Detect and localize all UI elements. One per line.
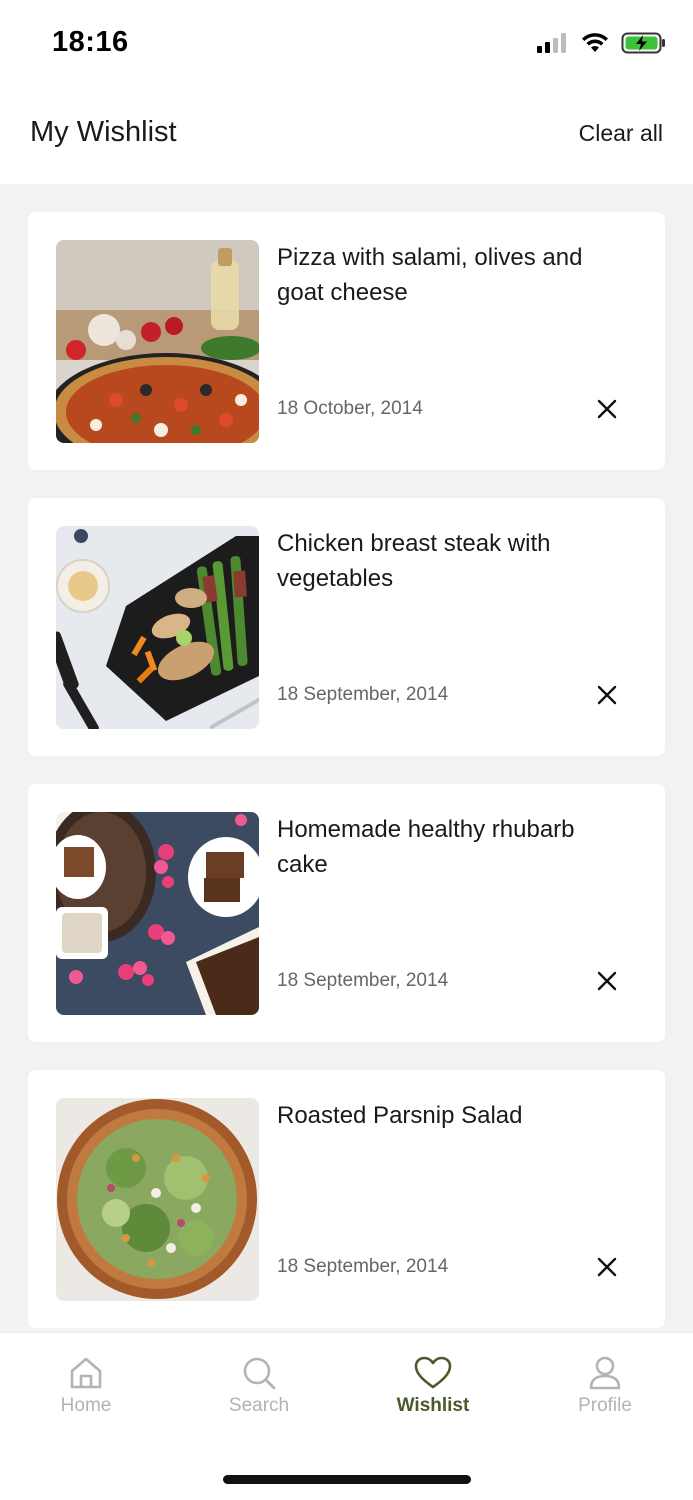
- wishlist-card[interactable]: Chicken breast steak with vegetables 18 …: [28, 498, 665, 756]
- saved-date: 18 October, 2014: [277, 398, 423, 419]
- saved-date: 18 September, 2014: [277, 970, 449, 991]
- clear-all-button[interactable]: Clear all: [579, 120, 663, 147]
- recipe-title[interactable]: Chicken breast steak with vegetables: [277, 526, 627, 596]
- tab-search[interactable]: Search: [199, 1355, 319, 1417]
- tab-label: Wishlist: [396, 1395, 470, 1416]
- app-screen: 18:16 My Wishlist Clear all Pizza with s…: [0, 0, 693, 1500]
- saved-date: 18 September, 2014: [277, 684, 449, 705]
- tab-wishlist[interactable]: Wishlist: [373, 1355, 493, 1417]
- page-title: My Wishlist: [30, 116, 177, 148]
- wishlist-card[interactable]: Homemade healthy rhubarb cake 18 Septemb…: [28, 784, 665, 1042]
- chicken-steak-photo[interactable]: [56, 526, 259, 729]
- close-icon[interactable]: [594, 968, 620, 994]
- close-icon[interactable]: [594, 1254, 620, 1280]
- wishlist-card[interactable]: Roasted Parsnip Salad 18 September, 2014: [28, 1070, 665, 1328]
- pizza-photo[interactable]: [56, 240, 259, 443]
- recipe-title[interactable]: Roasted Parsnip Salad: [277, 1098, 627, 1133]
- saved-date: 18 September, 2014: [277, 1256, 449, 1277]
- battery-charging-icon: [621, 32, 665, 54]
- wishlist-card[interactable]: Pizza with salami, olives and goat chees…: [28, 212, 665, 470]
- profile-icon: [589, 1356, 621, 1390]
- tab-profile[interactable]: Profile: [545, 1355, 665, 1417]
- tab-label: Search: [228, 1395, 290, 1416]
- home-icon: [70, 1357, 102, 1389]
- parsnip-salad-photo[interactable]: [56, 1098, 259, 1301]
- wishlist-list: Pizza with salami, olives and goat chees…: [28, 212, 665, 1356]
- recipe-title[interactable]: Pizza with salami, olives and goat chees…: [277, 240, 627, 310]
- tab-label: Home: [60, 1395, 112, 1416]
- status-time: 18:16: [52, 26, 129, 58]
- cellular-signal-icon: [537, 33, 566, 53]
- tab-home[interactable]: Home: [26, 1355, 146, 1417]
- header: My Wishlist Clear all: [0, 88, 693, 184]
- wifi-icon: [582, 33, 608, 52]
- home-indicator[interactable]: [223, 1475, 471, 1484]
- status-icons: [537, 30, 667, 56]
- heart-icon: [414, 1356, 452, 1389]
- tab-label: Profile: [578, 1395, 632, 1416]
- recipe-title[interactable]: Homemade healthy rhubarb cake: [277, 812, 627, 882]
- close-icon[interactable]: [594, 682, 620, 708]
- search-icon: [243, 1357, 276, 1390]
- rhubarb-cake-photo[interactable]: [56, 812, 259, 1015]
- status-bar: 18:16: [0, 0, 693, 88]
- close-icon[interactable]: [594, 396, 620, 422]
